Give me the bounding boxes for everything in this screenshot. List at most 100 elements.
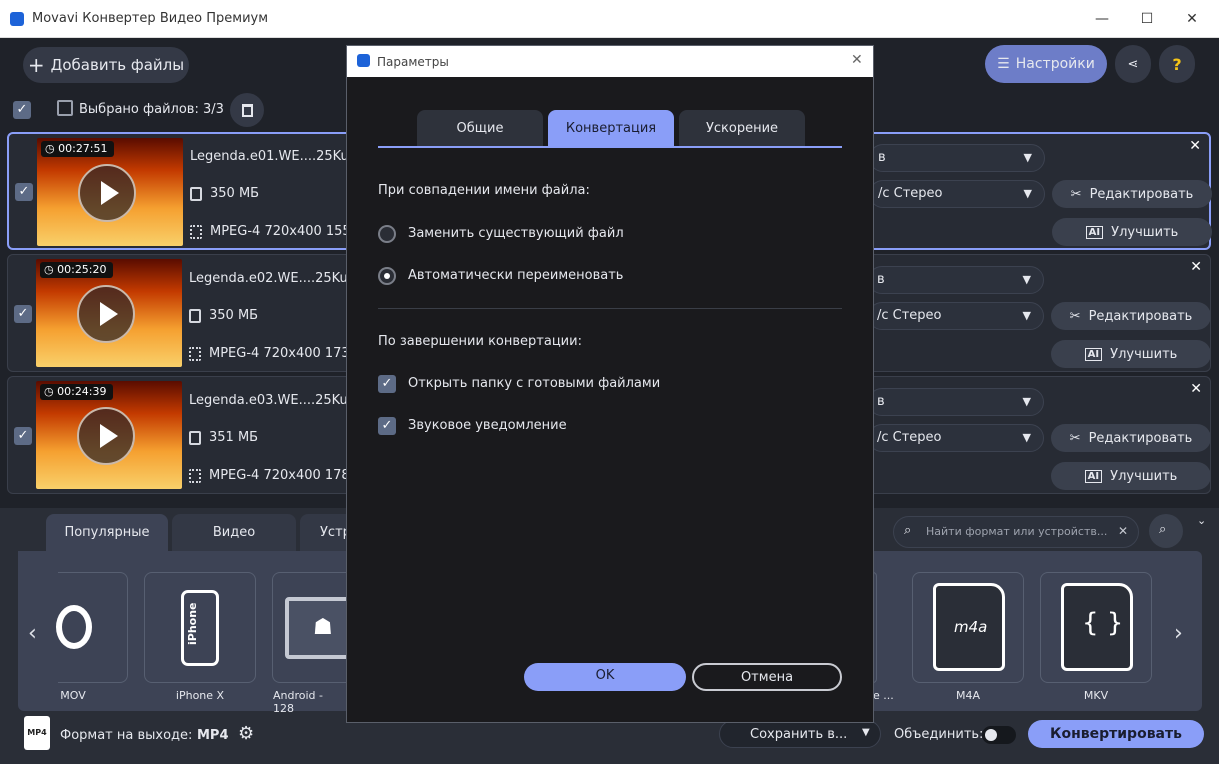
add-files-button[interactable]: + Добавить файлы <box>23 47 189 83</box>
file-format: MPEG-4 720x400 155 <box>190 224 351 239</box>
file-size: 350 МБ <box>190 186 259 201</box>
delete-button[interactable] <box>230 93 264 127</box>
play-icon[interactable] <box>77 285 135 343</box>
tab-popular[interactable]: Популярные <box>46 514 168 551</box>
format-card-mkv[interactable]: { } <box>1040 572 1152 683</box>
video-format-icon <box>189 346 201 361</box>
tab-underline <box>378 146 842 148</box>
sound-label[interactable]: Звуковое уведомление <box>408 418 567 433</box>
file-checkbox[interactable]: ✓ <box>14 427 32 445</box>
video-thumbnail[interactable]: ◷ 00:27:51 <box>37 138 183 246</box>
video-thumbnail[interactable]: ◷ 00:24:39 <box>36 381 182 489</box>
tools-icon: ✂ <box>1070 186 1082 202</box>
chevron-right-icon[interactable]: › <box>1174 621 1183 646</box>
duration-badge: ◷ 00:27:51 <box>41 141 114 157</box>
dialog-title: Параметры <box>377 55 449 69</box>
ok-button[interactable]: OK <box>524 663 686 691</box>
merge-toggle[interactable] <box>982 726 1016 744</box>
iphone-icon: iPhone <box>181 590 219 666</box>
clock-icon: ◷ <box>44 385 58 398</box>
video-format-icon <box>189 468 201 483</box>
file-icon <box>189 308 201 323</box>
close-window-button[interactable]: ✕ <box>1172 6 1212 32</box>
merge-label: Объединить: <box>894 727 984 742</box>
open-folder-checkbox[interactable]: ✓ <box>378 375 396 393</box>
format-label: е ... <box>873 689 894 702</box>
window-title: Movavi Конвертер Видео Премиум <box>32 11 269 26</box>
output-format-icon: MP4 <box>24 716 50 750</box>
file-format: MPEG-4 720x400 173 <box>189 346 350 361</box>
chevron-down-icon: ▼ <box>1022 431 1031 444</box>
subtitle-dropdown[interactable]: в ▼ <box>868 266 1044 294</box>
subtitle-dropdown[interactable]: в ▼ <box>868 388 1044 416</box>
collapse-chevron-icon[interactable]: ⌄ <box>1197 514 1206 527</box>
chevron-down-icon: ▼ <box>1023 187 1032 200</box>
save-to-dropdown[interactable]: Сохранить в... ▼ <box>719 720 881 748</box>
tab-acceleration[interactable]: Ускорение <box>679 110 805 147</box>
rename-radio[interactable] <box>378 267 396 285</box>
audio-dropdown[interactable]: /с Стерео ▼ <box>868 424 1044 452</box>
file-checkbox[interactable]: ✓ <box>15 183 33 201</box>
tab-video[interactable]: Видео <box>172 514 296 551</box>
edit-button[interactable]: ✂ Редактировать <box>1051 302 1211 330</box>
cancel-button[interactable]: Отмена <box>692 663 842 691</box>
detect-device-button[interactable]: ⌕ <box>1149 514 1183 548</box>
search-input[interactable]: Найти формат или устройств... <box>926 525 1107 538</box>
rename-label[interactable]: Автоматически переименовать <box>408 268 623 283</box>
trash-icon <box>241 103 253 117</box>
clear-search-icon[interactable]: ✕ <box>1118 524 1128 538</box>
chevron-down-icon: ▼ <box>1022 309 1031 322</box>
chevron-left-icon[interactable]: ‹ <box>28 621 37 646</box>
plus-icon: + <box>27 53 45 77</box>
remove-file-icon[interactable]: ✕ <box>1189 138 1201 154</box>
file-name: Legenda.e02.WE....25Kuz <box>189 271 355 286</box>
ai-icon: AI <box>1084 469 1103 483</box>
remove-file-icon[interactable]: ✕ <box>1190 259 1202 275</box>
enhance-button[interactable]: AI Улучшить <box>1052 218 1212 246</box>
settings-button[interactable]: ☰ Настройки <box>985 45 1107 83</box>
minimize-button[interactable]: — <box>1082 6 1122 32</box>
edit-button[interactable]: ✂ Редактировать <box>1051 424 1211 452</box>
format-card-iphone[interactable]: iPhone <box>144 572 256 683</box>
format-label: MKV <box>1083 689 1109 702</box>
video-thumbnail[interactable]: ◷ 00:25:20 <box>36 259 182 367</box>
search-icon: ⌕ <box>904 523 912 538</box>
quicktime-icon <box>56 605 92 649</box>
sound-checkbox[interactable]: ✓ <box>378 417 396 435</box>
enhance-button[interactable]: AI Улучшить <box>1051 462 1211 490</box>
audio-dropdown[interactable]: /с Стерео ▼ <box>869 180 1045 208</box>
format-card-android[interactable]: ☗ <box>272 572 351 683</box>
play-icon[interactable] <box>78 164 136 222</box>
tab-conversion[interactable]: Конвертация <box>548 110 674 147</box>
select-all-checkbox[interactable]: ✓ <box>13 101 31 119</box>
open-folder-label[interactable]: Открыть папку с готовыми файлами <box>408 376 660 391</box>
format-card-mov[interactable] <box>56 572 128 683</box>
app-logo-icon <box>357 54 370 67</box>
replace-radio[interactable] <box>378 225 396 243</box>
close-dialog-icon[interactable]: ✕ <box>851 52 863 68</box>
enhance-button[interactable]: AI Улучшить <box>1051 340 1211 368</box>
tab-general[interactable]: Общие <box>417 110 543 147</box>
maximize-button[interactable]: ☐ <box>1127 6 1167 32</box>
format-search[interactable]: ⌕ Найти формат или устройств... ✕ <box>893 516 1139 548</box>
gear-icon[interactable]: ⚙ <box>238 723 254 744</box>
help-button[interactable]: ? <box>1159 45 1195 83</box>
replace-label[interactable]: Заменить существующий файл <box>408 226 624 241</box>
audio-dropdown[interactable]: /с Стерео ▼ <box>868 302 1044 330</box>
filename-conflict-heading: При совпадении имени файла: <box>378 183 590 198</box>
ai-icon: AI <box>1084 347 1103 361</box>
file-format: MPEG-4 720x400 178 <box>189 468 350 483</box>
format-label: M4A <box>955 689 980 702</box>
subtitle-dropdown[interactable]: в ▼ <box>869 144 1045 172</box>
ai-icon: AI <box>1085 225 1104 239</box>
play-icon[interactable] <box>77 407 135 465</box>
format-card-m4a[interactable]: m4a <box>912 572 1024 683</box>
convert-button[interactable]: Конвертировать <box>1028 720 1204 748</box>
video-format-icon <box>190 224 202 239</box>
mkv-icon: { } <box>1061 583 1133 671</box>
edit-button[interactable]: ✂ Редактировать <box>1052 180 1212 208</box>
remove-file-icon[interactable]: ✕ <box>1190 381 1202 397</box>
share-button[interactable]: ⋖ <box>1115 45 1151 83</box>
file-checkbox[interactable]: ✓ <box>14 305 32 323</box>
android-icon: ☗ <box>285 597 351 659</box>
